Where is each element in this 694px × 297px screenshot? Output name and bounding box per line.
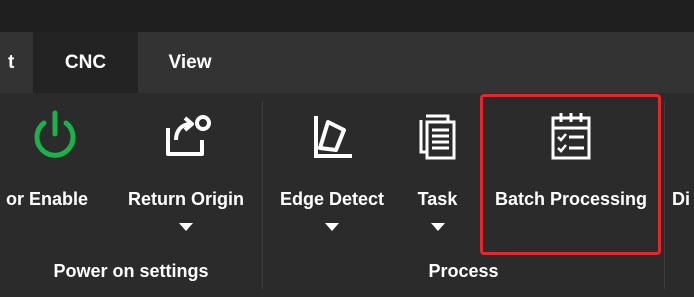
menu-tab-bar: t CNC View: [0, 32, 694, 93]
task-icon: [400, 107, 475, 165]
ribbon-panel: or Enable Return Origin Edge Detect Task…: [0, 93, 694, 297]
button-label: Di: [672, 189, 690, 209]
group-label-power-on-settings: Power on settings: [53, 261, 209, 281]
chevron-down-icon[interactable]: [325, 223, 339, 231]
group-divider: [664, 101, 665, 289]
tab-label: CNC: [64, 51, 107, 73]
power-icon: [0, 107, 110, 165]
tab-label: t: [8, 51, 15, 73]
tab-label: View: [168, 51, 212, 73]
button-label: Task: [417, 189, 458, 209]
return-origin-button[interactable]: Return Origin: [116, 93, 256, 253]
group-label-process: Process: [428, 261, 499, 281]
edge-detect-button[interactable]: Edge Detect: [266, 93, 398, 253]
title-bar: [0, 0, 694, 33]
button-label: Batch Processing: [494, 189, 648, 209]
button-label: Edge Detect: [279, 189, 385, 209]
tab-edit-partial[interactable]: t: [0, 32, 33, 93]
tab-cnc[interactable]: CNC: [33, 32, 138, 93]
chevron-down-icon[interactable]: [430, 223, 445, 231]
chevron-down-icon[interactable]: [179, 223, 193, 231]
motor-enable-button[interactable]: or Enable: [0, 93, 110, 253]
batch-processing-button[interactable]: Batch Processing: [481, 93, 661, 253]
diagnosis-button-partial[interactable]: Di: [668, 93, 694, 253]
button-label: or Enable: [6, 189, 89, 209]
tab-view[interactable]: View: [138, 32, 242, 93]
button-label: Return Origin: [128, 189, 244, 209]
batch-processing-icon: [481, 107, 661, 165]
edge-detect-icon: [266, 107, 398, 165]
return-origin-icon: [116, 107, 256, 165]
task-button[interactable]: Task: [400, 93, 475, 253]
